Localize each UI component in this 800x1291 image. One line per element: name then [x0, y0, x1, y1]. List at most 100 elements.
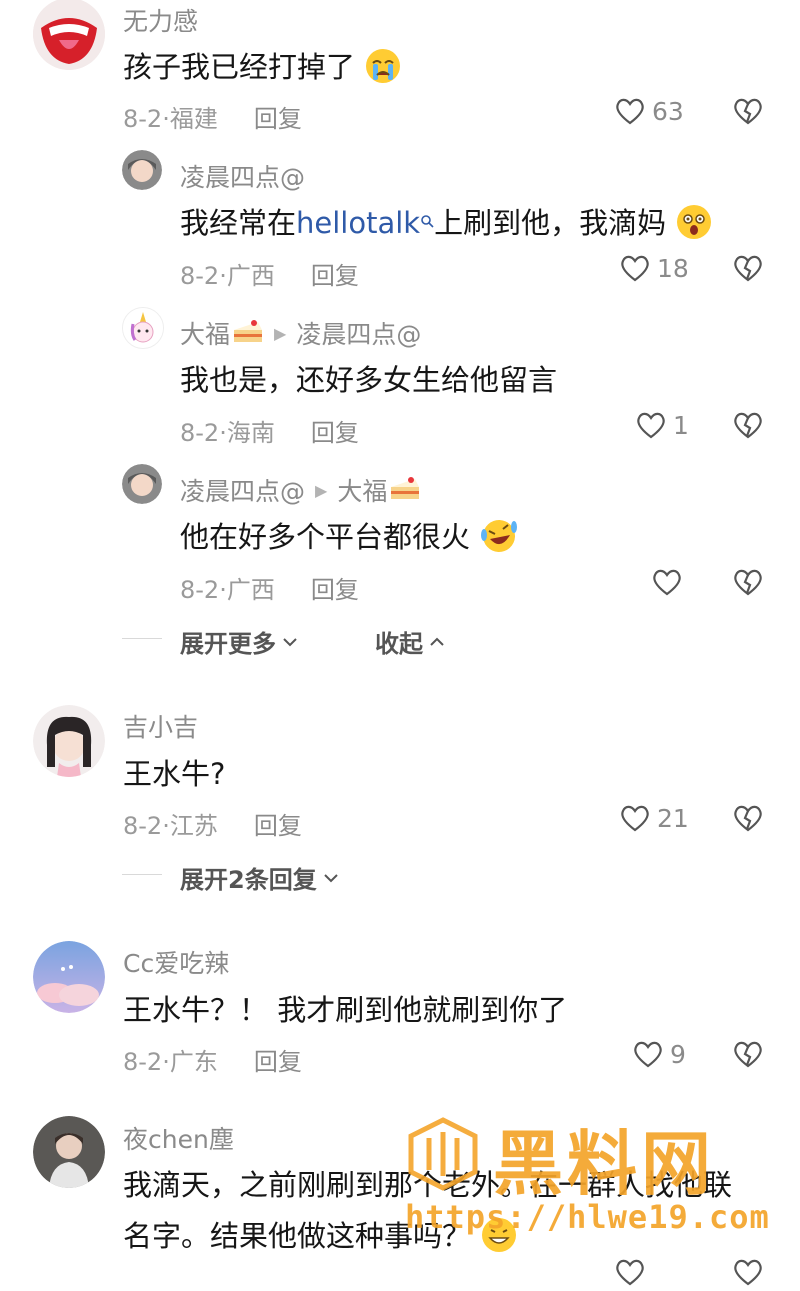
comment-meta: 8-2·江苏 回复 [123, 806, 302, 841]
reply-button[interactable]: 回复 [254, 1042, 302, 1077]
like-button[interactable]: 63 [614, 96, 684, 126]
dislike-button[interactable] [732, 803, 764, 837]
avatar[interactable] [33, 941, 105, 1013]
comment-date: 8-2·江苏 [123, 812, 218, 840]
heart-icon [634, 1041, 662, 1068]
heart-icon [653, 569, 681, 596]
comment-username[interactable]: Cc爱吃辣 [123, 944, 229, 980]
collapse-label: 收起 [375, 630, 423, 658]
dizzy-face-emoji-icon [675, 203, 713, 248]
like-count: 21 [657, 803, 689, 833]
reply-date: 8-2·广西 [180, 576, 275, 604]
reply-text: 他在好多个平台都很火 [180, 514, 519, 562]
avatar[interactable] [122, 464, 162, 504]
dislike-button[interactable] [732, 567, 764, 601]
reply-username[interactable]: 凌晨四点@ [180, 472, 305, 508]
comment-date: 8-2·广东 [123, 1048, 218, 1076]
like-button[interactable]: 1 [635, 410, 689, 440]
reply-button[interactable]: 回复 [311, 413, 359, 448]
broken-heart-icon [734, 1041, 762, 1068]
girl-avatar-icon [122, 464, 162, 504]
search-icon[interactable] [420, 201, 434, 235]
reply-button[interactable]: 回复 [254, 806, 302, 841]
divider [122, 874, 162, 875]
search-link[interactable]: hellotalk [296, 206, 420, 240]
reply-to-username[interactable]: 凌晨四点@ [296, 315, 421, 351]
heart-icon [616, 1259, 644, 1286]
reply-to-username[interactable]: 大福 [337, 472, 387, 508]
reply-to-arrow-icon: ▶ [315, 480, 328, 500]
collapse-button[interactable]: 收起 [375, 624, 445, 659]
reply-text-part: 上刷到他，我滴妈 [434, 206, 667, 240]
comment-text: 王水牛? [123, 757, 226, 791]
expand-replies-button[interactable]: 展开2条回复 [180, 860, 339, 895]
comment-text: 孩子我已经打掉了 [123, 44, 402, 92]
watermark-url: https://hlwe19.com [405, 1198, 770, 1236]
comment-date: 8-2·福建 [123, 105, 218, 133]
broken-heart-icon [734, 569, 762, 596]
mouth-avatar-icon [33, 0, 105, 70]
comment-text-content: 孩子我已经打掉了 [123, 50, 356, 84]
dislike-button[interactable] [732, 253, 764, 287]
cake-emoji-icon [232, 316, 264, 350]
cloud-avatar-icon [33, 941, 105, 1013]
heart-icon [616, 98, 644, 125]
cake-emoji-icon [389, 473, 421, 507]
expand-more-label: 展开更多 [180, 630, 276, 658]
broken-heart-icon [734, 1259, 762, 1286]
dislike-button[interactable] [732, 1257, 764, 1291]
reply-text: 我也是，还好多女生给他留言 [180, 363, 558, 397]
like-button[interactable]: 21 [619, 803, 689, 833]
reply-header: 大福 ▶ 凌晨四点@ [180, 315, 421, 351]
expand-more-button[interactable]: 展开更多 [180, 624, 298, 659]
avatar[interactable] [33, 0, 105, 70]
laughing-crying-emoji-icon [479, 517, 519, 562]
dislike-button[interactable] [732, 1039, 764, 1073]
reply-button[interactable]: 回复 [254, 99, 302, 134]
like-count: 9 [670, 1039, 686, 1069]
reply-username[interactable]: 大福 [180, 315, 230, 351]
avatar[interactable] [33, 1116, 105, 1188]
broken-heart-icon [734, 255, 762, 282]
reply-text: 我经常在hellotalk 上刷到他，我滴妈 [180, 200, 713, 248]
dislike-button[interactable] [732, 96, 764, 130]
reply-header: 凌晨四点@ ▶ 大福 [180, 472, 421, 508]
unicorn-avatar-icon [123, 308, 163, 348]
like-count: 1 [673, 410, 689, 440]
reply-text-content: 他在好多个平台都很火 [180, 520, 471, 554]
avatar[interactable] [122, 150, 162, 190]
reply-to-arrow-icon: ▶ [274, 323, 287, 343]
reply-meta: 8-2·广西 回复 [180, 570, 359, 605]
comment-username[interactable]: 夜chen塵 [123, 1120, 234, 1156]
reply-date: 8-2·海南 [180, 419, 275, 447]
reply-text-part: 我经常在 [180, 206, 297, 240]
like-button[interactable]: 9 [632, 1039, 686, 1069]
watermark: 黑料网 https://hlwe19.com [405, 1112, 795, 1236]
heart-icon [621, 255, 649, 282]
reply-button[interactable]: 回复 [311, 256, 359, 291]
comment-username[interactable]: 无力感 [123, 2, 198, 38]
comment-text: 王水牛？！ 我才刷到他就刷到你了 [123, 993, 568, 1027]
reply-meta: 8-2·海南 回复 [180, 413, 359, 448]
like-button[interactable] [651, 567, 683, 597]
comment-meta: 8-2·福建 回复 [123, 99, 302, 134]
watermark-logo-icon [408, 1117, 478, 1191]
broken-heart-icon [734, 805, 762, 832]
chevron-down-icon [283, 637, 297, 646]
chevron-up-icon [430, 637, 444, 646]
dislike-button[interactable] [732, 410, 764, 444]
child-avatar-icon [33, 1116, 105, 1188]
heart-icon [621, 805, 649, 832]
expand-replies-label: 展开2条回复 [180, 866, 317, 894]
like-button[interactable] [614, 1257, 646, 1291]
crying-emoji-icon [364, 47, 402, 92]
avatar[interactable] [122, 307, 164, 349]
comment-meta: 8-2·广东 回复 [123, 1042, 302, 1077]
comment-username[interactable]: 吉小吉 [123, 708, 198, 744]
reply-button[interactable]: 回复 [311, 570, 359, 605]
reply-username[interactable]: 凌晨四点@ [180, 158, 305, 194]
avatar[interactable] [33, 705, 105, 777]
heart-icon [637, 412, 665, 439]
like-button[interactable]: 18 [619, 253, 689, 283]
like-count: 18 [657, 253, 689, 283]
